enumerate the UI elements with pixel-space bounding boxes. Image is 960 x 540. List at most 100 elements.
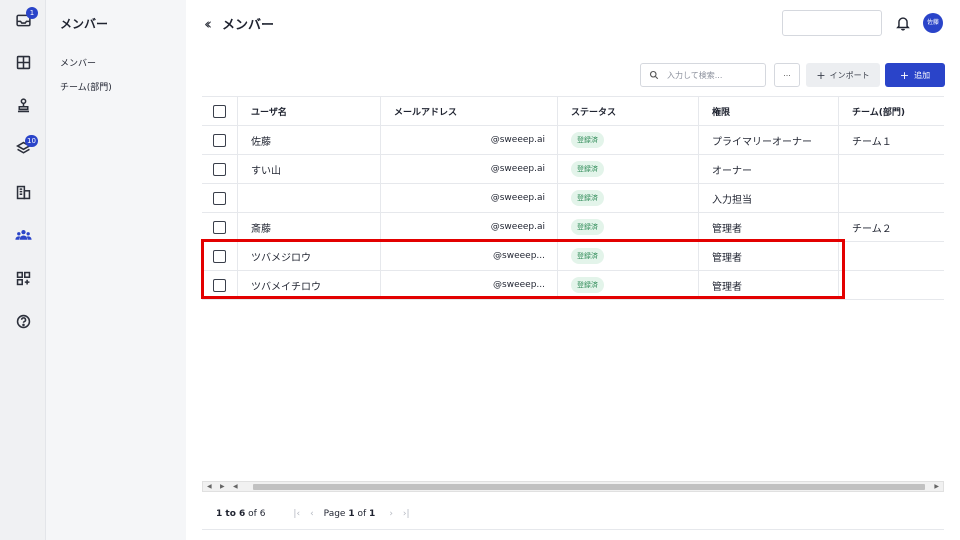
column-header-team[interactable]: チーム(部門) [839, 97, 944, 125]
cell-role: 入力担当 [699, 184, 839, 212]
row-checkbox[interactable] [213, 191, 226, 205]
cell-team [839, 184, 944, 212]
inbox-badge: 1 [26, 7, 38, 19]
sub-navigation: メンバー メンバー チーム(部門) [46, 0, 186, 540]
cell-status: 登録済 [558, 271, 699, 299]
row-checkbox-cell [202, 271, 238, 299]
cell-name: ツバメイチロウ [238, 271, 381, 299]
table-header-row: ユーザ名 メールアドレス ステータス 権限 チーム(部門) [202, 96, 944, 126]
status-badge: 登録済 [571, 219, 604, 235]
cell-team: チーム１ [852, 136, 892, 148]
cell-role: 管理者 [699, 242, 839, 270]
subnav-item-teams[interactable]: チーム(部門) [60, 80, 112, 93]
row-checkbox[interactable] [213, 162, 226, 176]
pagination: 1 to 6 of 6 |‹ ‹ Page 1 of 1 › ›| [202, 498, 944, 530]
pagination-range: 1 to 6 of 6 [216, 509, 265, 519]
inbox-icon[interactable]: 1 [0, 4, 46, 36]
row-checkbox-cell [202, 184, 238, 212]
search-placeholder: 入力して検索... [667, 70, 723, 80]
previous-page-icon[interactable]: ‹ [310, 509, 314, 519]
column-header-status[interactable]: ステータス [558, 97, 699, 125]
add-button[interactable]: + 追加 [885, 63, 945, 87]
plus-icon: + [899, 68, 910, 82]
select-all-checkbox[interactable] [213, 104, 226, 118]
import-label: インポート [829, 70, 870, 80]
subnav-title: メンバー [60, 17, 109, 31]
header-search-input[interactable] [782, 10, 882, 36]
next-page-icon[interactable]: › [389, 509, 393, 519]
table-row[interactable]: ツバメイチロウ @sweeep... 登録済 管理者 [202, 271, 944, 300]
status-badge: 登録済 [571, 248, 604, 264]
search-icon [649, 70, 659, 80]
page-indicator: Page 1 of 1 [324, 509, 376, 519]
cell-email: @sweeep.ai [381, 155, 558, 183]
cell-email: @sweeep.ai [381, 213, 558, 241]
page-header: ‹‹ メンバー [204, 14, 275, 34]
status-badge: 登録済 [571, 277, 604, 293]
table-row[interactable]: @sweeep.ai 登録済 入力担当 [202, 184, 944, 213]
page-prefix: Page [323, 508, 346, 519]
cell-name: 佐藤 [238, 126, 381, 154]
page-total: 1 [369, 508, 376, 519]
status-badge: 登録済 [571, 161, 604, 177]
help-icon[interactable] [0, 305, 46, 337]
apps-add-icon[interactable] [0, 262, 46, 294]
row-checkbox[interactable] [213, 278, 226, 292]
main-panel: ‹‹ メンバー 佐藤 入力して検索... ... + インポート + 追加 ユー… [186, 0, 960, 540]
table-row[interactable]: 斎藤 @sweeep.ai 登録済 管理者 チーム２ [202, 213, 944, 242]
row-checkbox-cell [202, 155, 238, 183]
subnav-item-members[interactable]: メンバー [60, 56, 96, 69]
scrollbar-thumb[interactable] [253, 484, 925, 490]
layers-icon[interactable]: 10 [0, 132, 46, 164]
cell-team [839, 271, 944, 299]
scroll-right-icon[interactable]: ▶ [220, 482, 225, 491]
cell-name: 斎藤 [238, 213, 381, 241]
members-icon[interactable] [0, 219, 46, 251]
cell-status: 登録済 [558, 242, 699, 270]
app-window: 1 10 メンバー メンバー チーム(部門) ‹‹ メンバー 佐藤 入力して検索… [0, 0, 960, 540]
horizontal-scrollbar[interactable]: ◀ ▶ ◀ ▶ [202, 481, 944, 492]
row-checkbox[interactable] [213, 249, 226, 263]
page-of: of [357, 508, 367, 519]
row-checkbox-cell [202, 126, 238, 154]
column-header-name[interactable]: ユーザ名 [238, 97, 381, 125]
column-header-email[interactable]: メールアドレス [381, 97, 558, 125]
last-page-icon[interactable]: ›| [403, 509, 410, 519]
stamp-icon[interactable] [0, 89, 46, 121]
column-header-role[interactable]: 権限 [699, 97, 839, 125]
status-badge: 登録済 [571, 190, 604, 206]
range-suffix: of 6 [248, 508, 266, 519]
row-checkbox-cell [202, 242, 238, 270]
scroll-left-icon[interactable]: ◀ [233, 482, 238, 491]
members-table: ユーザ名 メールアドレス ステータス 権限 チーム(部門) 佐藤 @sweeep… [202, 96, 944, 300]
table-row[interactable]: 佐藤 @sweeep.ai 登録済 プライマリーオーナー チーム１ [202, 126, 944, 155]
row-checkbox[interactable] [213, 133, 226, 147]
scroll-right-icon[interactable]: ▶ [934, 482, 939, 491]
scroll-left-icon[interactable]: ◀ [207, 482, 212, 491]
table-row[interactable]: ツバメジロウ @sweeep... 登録済 管理者 [202, 242, 944, 271]
cell-role: オーナー [699, 155, 839, 183]
add-label: 追加 [914, 70, 931, 80]
first-page-icon[interactable]: |‹ [293, 509, 300, 519]
collapse-sidebar-icon[interactable]: ‹‹ [204, 15, 212, 33]
page-current: 1 [348, 508, 355, 519]
row-checkbox[interactable] [213, 220, 226, 234]
cell-name: すい山 [238, 155, 381, 183]
cell-status: 登録済 [558, 213, 699, 241]
page-title: メンバー [222, 18, 275, 33]
more-button[interactable]: ... [774, 63, 800, 87]
import-button[interactable]: + インポート [806, 63, 880, 87]
avatar[interactable]: 佐藤 [923, 13, 943, 33]
layout-icon[interactable] [0, 46, 46, 78]
cell-team [839, 242, 944, 270]
building-icon[interactable] [0, 176, 46, 208]
cell-team: チーム２ [852, 223, 892, 235]
cell-role: プライマリーオーナー [699, 126, 839, 154]
bell-icon[interactable] [894, 14, 912, 32]
cell-name: ツバメジロウ [238, 242, 381, 270]
table-row[interactable]: すい山 @sweeep.ai 登録済 オーナー [202, 155, 944, 184]
icon-rail: 1 10 [0, 0, 46, 540]
table-search-input[interactable]: 入力して検索... [640, 63, 766, 87]
plus-icon: + [816, 68, 826, 82]
header-checkbox-cell [202, 97, 238, 125]
